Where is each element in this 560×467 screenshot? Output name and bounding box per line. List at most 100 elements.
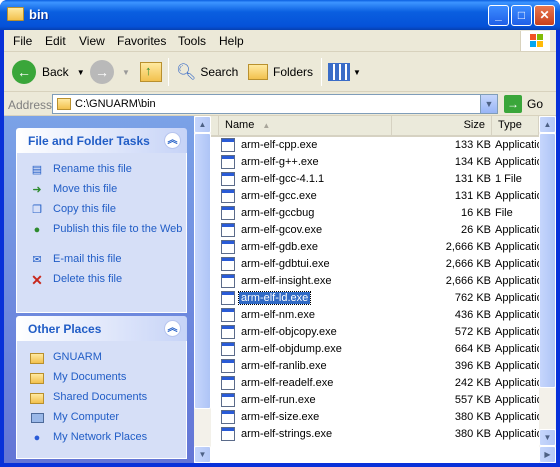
chevron-down-icon[interactable]: ▼: [77, 68, 85, 77]
file-row[interactable]: arm-elf-strings.exe 380 KB Application: [211, 426, 539, 443]
file-row[interactable]: arm-elf-run.exe 557 KB Application: [211, 392, 539, 409]
menu-favorites[interactable]: Favorites: [117, 34, 166, 48]
file-row[interactable]: arm-elf-gcov.exe 26 KB Application: [211, 222, 539, 239]
file-size: 762 KB: [454, 292, 491, 304]
file-list-scrollbar[interactable]: ▲ ▼ ▶: [539, 116, 556, 463]
place-my-documents[interactable]: My Documents: [17, 371, 186, 384]
place-my-network-places[interactable]: ● My Network Places: [17, 431, 186, 444]
address-input[interactable]: C:\GNUARM\bin ▼: [52, 94, 498, 114]
panel-header[interactable]: File and Folder Tasks ︽: [16, 128, 187, 153]
file-size: 557 KB: [454, 394, 491, 406]
delete-file-link[interactable]: ✕ Delete this file: [17, 273, 186, 287]
place-my-computer[interactable]: My Computer: [17, 411, 186, 424]
folder-icon: [57, 98, 71, 110]
search-button[interactable]: 🔍︎ Search: [176, 58, 238, 86]
file-type: 1 File: [495, 173, 522, 185]
file-name: arm-elf-gcc.exe: [241, 190, 317, 202]
file-name: arm-elf-ranlib.exe: [241, 360, 327, 372]
close-button[interactable]: ✕: [534, 5, 555, 26]
file-row[interactable]: arm-elf-gccbug 16 KB File: [211, 205, 539, 222]
title-bar[interactable]: bin _ □ ✕: [0, 0, 560, 30]
file-row[interactable]: arm-elf-gdb.exe 2,666 KB Application: [211, 239, 539, 256]
file-row[interactable]: arm-elf-insight.exe 2,666 KB Application: [211, 273, 539, 290]
search-icon: 🔍︎: [176, 64, 197, 81]
file-name: arm-elf-ld.exe: [237, 291, 312, 305]
move-icon: ➜: [32, 183, 42, 196]
collapse-chevron-icon[interactable]: ︽: [164, 132, 181, 149]
copy-file-link[interactable]: ❐ Copy this file: [17, 203, 186, 216]
email-file-link[interactable]: ✉ E-mail this file: [17, 253, 186, 266]
file-size: 242 KB: [454, 377, 491, 389]
place-shared-documents[interactable]: Shared Documents: [17, 391, 186, 404]
file-row[interactable]: arm-elf-objdump.exe 664 KB Application: [211, 341, 539, 358]
computer-icon: [29, 411, 45, 425]
file-row[interactable]: arm-elf-gcc.exe 131 KB Application: [211, 188, 539, 205]
file-size: 16 KB: [461, 207, 491, 219]
rename-icon: ▤: [31, 163, 43, 176]
scroll-thumb[interactable]: [539, 133, 556, 388]
chevron-down-icon[interactable]: ▼: [353, 68, 361, 77]
file-row[interactable]: arm-elf-gdbtui.exe 2,666 KB Application: [211, 256, 539, 273]
file-row[interactable]: arm-elf-nm.exe 436 KB Application: [211, 307, 539, 324]
file-name: arm-elf-insight.exe: [241, 275, 332, 287]
chevron-down-icon[interactable]: ▼: [122, 68, 130, 77]
window-title: bin: [29, 7, 49, 22]
file-name: arm-elf-gcc-4.1.1: [241, 173, 325, 185]
file-type: Application: [495, 224, 539, 236]
scroll-up-button[interactable]: ▲: [539, 116, 556, 133]
scroll-down-button[interactable]: ▼: [194, 446, 211, 463]
up-folder-button[interactable]: ↑: [140, 58, 162, 86]
file-name: arm-elf-gcov.exe: [241, 224, 323, 236]
move-file-link[interactable]: ➜ Move this file: [17, 183, 186, 196]
rename-file-link[interactable]: ▤ Rename this file: [17, 163, 186, 176]
column-name[interactable]: Name ▲: [219, 116, 392, 135]
folders-icon: [248, 64, 268, 80]
scroll-thumb[interactable]: [194, 133, 211, 409]
file-row[interactable]: arm-elf-objcopy.exe 572 KB Application: [211, 324, 539, 341]
file-row[interactable]: arm-elf-gcc-4.1.1 131 KB 1 File: [211, 171, 539, 188]
panel-header[interactable]: Other Places ︽: [16, 316, 187, 341]
menu-edit[interactable]: Edit: [45, 34, 66, 48]
file-row[interactable]: arm-elf-ranlib.exe 396 KB Application: [211, 358, 539, 375]
minimize-button[interactable]: _: [488, 5, 509, 26]
shared-documents-icon: [29, 391, 45, 405]
file-row[interactable]: arm-elf-readelf.exe 242 KB Application: [211, 375, 539, 392]
maximize-button[interactable]: □: [511, 5, 532, 26]
column-size[interactable]: Size: [392, 116, 492, 135]
scroll-right-button[interactable]: ▶: [539, 446, 556, 463]
menu-help[interactable]: Help: [219, 34, 244, 48]
folders-button[interactable]: Folders: [248, 58, 313, 86]
task-pane-scrollbar[interactable]: ▲ ▼: [194, 116, 211, 463]
column-type[interactable]: Type: [492, 116, 539, 135]
file-icon: [221, 138, 235, 152]
scroll-up-button[interactable]: ▲: [194, 116, 211, 133]
go-button[interactable]: → Go: [504, 95, 543, 113]
back-button[interactable]: ← Back ▼: [12, 58, 85, 86]
file-row[interactable]: arm-elf-ld.exe 762 KB Application: [211, 290, 539, 307]
file-icon: [221, 206, 235, 220]
file-row[interactable]: arm-elf-size.exe 380 KB Application: [211, 409, 539, 426]
views-button[interactable]: ▼: [328, 58, 361, 86]
file-name: arm-elf-cpp.exe: [241, 139, 318, 151]
scroll-down-button[interactable]: ▼: [539, 429, 556, 446]
publish-file-link[interactable]: ● Publish this file to the Web: [17, 223, 186, 236]
file-name: arm-elf-run.exe: [241, 394, 316, 406]
file-type: Application: [495, 394, 539, 406]
file-icon: [221, 376, 235, 390]
file-icon: [221, 274, 235, 288]
forward-button[interactable]: → ▼: [90, 58, 130, 86]
menu-tools[interactable]: Tools: [178, 34, 206, 48]
collapse-chevron-icon[interactable]: ︽: [164, 320, 181, 337]
file-icon: [221, 427, 235, 441]
toolbar: ← Back ▼ → ▼ ↑ 🔍︎ Search Folders ▼: [4, 52, 556, 92]
content-area: File and Folder Tasks ︽ ▤ Rename this fil…: [4, 116, 556, 463]
file-row[interactable]: arm-elf-g++.exe 134 KB Application: [211, 154, 539, 171]
menu-file[interactable]: File: [13, 34, 32, 48]
address-dropdown-button[interactable]: ▼: [480, 95, 497, 113]
place-gnuarm[interactable]: GNUARM: [17, 351, 186, 364]
folder-icon: [7, 7, 24, 21]
menu-view[interactable]: View: [79, 34, 105, 48]
file-size: 664 KB: [454, 343, 491, 355]
file-type: Application: [495, 411, 539, 423]
file-row[interactable]: arm-elf-cpp.exe 133 KB Application: [211, 137, 539, 154]
